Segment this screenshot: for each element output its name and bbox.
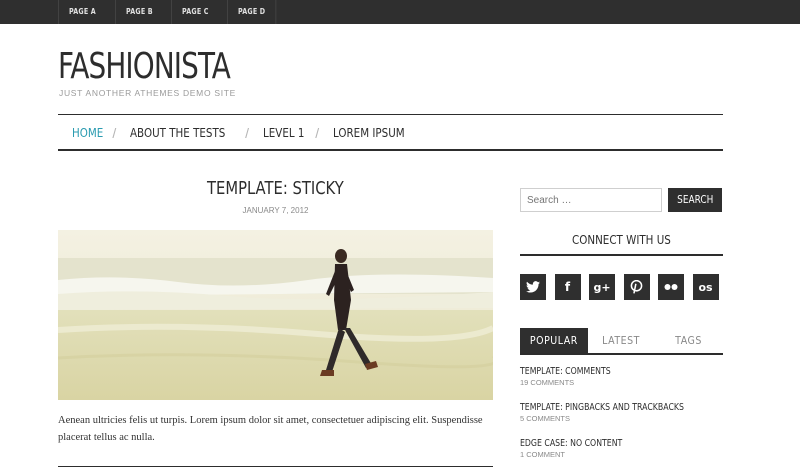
post-featured-image[interactable] (58, 230, 493, 400)
list-item: TEMPLATE: COMMENTS 19 COMMENTS (520, 366, 723, 387)
list-item: TEMPLATE: PINGBACKS AND TRACKBACKS 5 COM… (520, 402, 723, 423)
flickr-icon[interactable] (658, 274, 684, 300)
social-icons: f g+ os (520, 274, 727, 300)
popular-post-comment-count[interactable]: 5 COMMENTS (520, 414, 723, 423)
post-title-text[interactable]: TEMPLATE: STICKY (207, 178, 344, 199)
twitter-icon[interactable] (520, 274, 546, 300)
nav-item-level-1[interactable]: LEVEL 1 (263, 126, 304, 140)
top-menu-page-b[interactable]: PAGE B (114, 0, 163, 24)
tab-latest-label[interactable]: LATEST (602, 328, 640, 353)
lastfm-icon[interactable]: os (692, 274, 719, 300)
pinterest-glyph (630, 280, 643, 294)
flickr-dots-glyph (664, 284, 678, 290)
popular-post-comment-count[interactable]: 19 COMMENTS (520, 378, 723, 387)
google-plus-icon[interactable]: g+ (589, 274, 615, 300)
beach-walker-image (58, 230, 493, 400)
nav-item-about-the-tests[interactable]: ABOUT THE TESTS (130, 126, 225, 140)
search-button[interactable]: SEARCH (668, 188, 722, 212)
nav-item-lorem-ipsum[interactable]: LOREM IPSUM (333, 126, 405, 140)
search-input[interactable] (520, 188, 662, 212)
post-divider (58, 466, 493, 467)
main-navigation: HOME / ABOUT THE TESTS / LEVEL 1 / LOREM… (58, 114, 723, 151)
top-menu-page-a[interactable]: PAGE A (58, 0, 106, 24)
nav-separator: / (315, 124, 320, 141)
connect-title-text: CONNECT WITH US (572, 233, 671, 247)
tab-popular-label[interactable]: POPULAR (530, 328, 578, 353)
site-title[interactable]: FASHIONISTA (58, 46, 231, 87)
twitter-bird-glyph (526, 281, 540, 293)
popular-post-title[interactable]: TEMPLATE: COMMENTS (520, 366, 678, 377)
popular-posts-list: TEMPLATE: COMMENTS 19 COMMENTS TEMPLATE:… (520, 366, 723, 474)
site-description: JUST ANOTHER ATHEMES DEMO SITE (59, 88, 237, 98)
top-menu: PAGE A PAGE B PAGE C PAGE D (58, 0, 285, 24)
pinterest-icon[interactable] (623, 274, 650, 300)
popular-post-comment-count[interactable]: 1 COMMENT (520, 450, 723, 459)
search-button-label[interactable]: SEARCH (677, 194, 713, 206)
nav-separator: / (245, 124, 250, 141)
sidebar-tabs: POPULAR LATEST TAGS (520, 328, 723, 355)
post-date[interactable]: JANUARY 7, 2012 (58, 206, 493, 215)
tab-tags[interactable]: TAGS (654, 328, 723, 353)
nav-item-home[interactable]: HOME (72, 126, 103, 140)
nav-separator: / (112, 124, 117, 141)
popular-post-title[interactable]: TEMPLATE: PINGBACKS AND TRACKBACKS (520, 402, 684, 413)
connect-widget-title: CONNECT WITH US (520, 229, 723, 256)
tab-latest[interactable]: LATEST (588, 328, 654, 353)
post-excerpt: Aenean ultricies felis ut turpis. Lorem … (58, 415, 483, 443)
top-menu-page-c[interactable]: PAGE C (170, 0, 219, 24)
tab-popular[interactable]: POPULAR (520, 328, 588, 353)
top-bar: PAGE A PAGE B PAGE C PAGE D (0, 0, 800, 24)
top-menu-page-d[interactable]: PAGE D (227, 0, 277, 24)
tab-tags-label[interactable]: TAGS (675, 328, 702, 353)
post-title[interactable]: TEMPLATE: STICKY (58, 178, 493, 199)
list-item: EDGE CASE: NO CONTENT 1 COMMENT (520, 438, 723, 459)
popular-post-title[interactable]: EDGE CASE: NO CONTENT (520, 438, 678, 449)
facebook-icon[interactable]: f (554, 274, 581, 300)
